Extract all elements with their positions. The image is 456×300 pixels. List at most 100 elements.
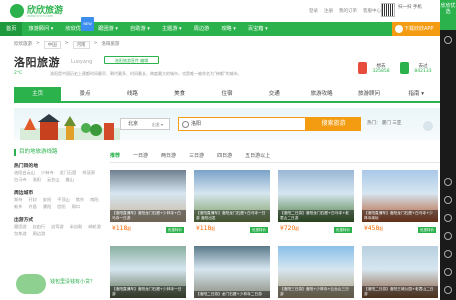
breadcrumb-province[interactable]: 河南 bbox=[72, 41, 90, 49]
promo-banner[interactable]: 钱包里没钱有小贷？ bbox=[14, 270, 107, 300]
list-item[interactable]: 邮轮游 bbox=[88, 223, 101, 230]
nav-item-self-tour[interactable]: 自助游 ▾ bbox=[124, 22, 156, 36]
cart-icon[interactable] bbox=[444, 196, 452, 204]
top-links: 登录 注册 我的订单 客服中心 bbox=[309, 8, 381, 14]
travel-modes: 跟团游 自由行 自驾游 半自助 邮轮游 包车游 周边游 bbox=[14, 223, 107, 237]
tour-caption: 【洛阳直通车】洛阳龙门石窟+少林寺+白马寺一日游 bbox=[110, 210, 186, 222]
list-item[interactable]: 许昌 bbox=[28, 203, 36, 210]
list-item[interactable]: 开封 bbox=[28, 196, 36, 203]
tour-photo: 【洛阳直通车】洛阳龙门石窟+白马寺一日游 洛阳出发 bbox=[194, 170, 270, 222]
edit-city-button[interactable]: 洛阳旅游宣传 编辑 bbox=[104, 56, 159, 64]
chat-icon[interactable] bbox=[444, 36, 452, 44]
nav-item-nearby[interactable]: 周边游 bbox=[188, 22, 216, 36]
been-there-icon[interactable] bbox=[400, 62, 409, 74]
departure-dropdown: 出发 ▾ bbox=[151, 122, 163, 127]
nav-item-home[interactable]: 首页 bbox=[0, 22, 23, 36]
left-panel-title: 目的地旅游线路 bbox=[14, 149, 107, 156]
tab-strategy[interactable]: 旅游攻略 bbox=[298, 87, 345, 101]
download-app-button[interactable]: 下载欣欣APP bbox=[392, 22, 440, 36]
nav-item-toolbox[interactable]: 百宝箱 ▾ bbox=[242, 22, 274, 36]
want-go-icon[interactable] bbox=[358, 62, 367, 74]
tour-card[interactable]: 【洛阳直通车】洛阳龙门石窟+少林寺一日游 bbox=[110, 246, 186, 300]
youxuan-tab[interactable]: 欣欣优选 bbox=[440, 0, 456, 30]
list-item[interactable]: 信阳 bbox=[57, 203, 65, 210]
list-item[interactable]: 自由行 bbox=[33, 223, 46, 230]
tour-card[interactable]: 【洛阳直通车】洛阳龙门石窟+白马寺一日游 洛阳出发 ¥118起 优惠特价 bbox=[194, 170, 270, 241]
search-button[interactable]: 搜索旅游 bbox=[306, 117, 361, 131]
favorite-icon[interactable] bbox=[444, 232, 452, 240]
filter-3day[interactable]: 三日游 bbox=[189, 152, 204, 159]
list-item[interactable]: 白马寺 bbox=[14, 176, 27, 183]
orders-link[interactable]: 我的订单 bbox=[339, 8, 357, 14]
list-item[interactable]: 云台山 bbox=[47, 176, 60, 183]
list-item[interactable]: 自驾游 bbox=[51, 223, 64, 230]
list-item[interactable]: 半自助 bbox=[70, 223, 83, 230]
logo-icon bbox=[10, 4, 24, 18]
mascot-icon bbox=[16, 274, 46, 294]
tour-card[interactable]: 【洛阳三日游】洛阳+少林寺+云台山三日游 bbox=[278, 246, 354, 300]
tour-card[interactable]: 【洛阳二日游】洛阳王城公园+老君山二日游 bbox=[362, 246, 438, 300]
tour-card[interactable]: 【洛阳二日游】龙门石窟+少林寺二日游 bbox=[194, 246, 270, 300]
list-item[interactable]: 南阳 bbox=[90, 196, 98, 203]
qr-icon[interactable] bbox=[444, 250, 452, 258]
list-item[interactable]: 焦作 bbox=[76, 196, 84, 203]
search-input[interactable]: 洛阳 bbox=[178, 117, 306, 131]
list-item[interactable]: 安阳 bbox=[43, 196, 51, 203]
list-item[interactable]: 包车游 bbox=[14, 230, 27, 237]
filter-1day[interactable]: 一日游 bbox=[133, 152, 148, 159]
discount-badge: 优惠特价 bbox=[334, 227, 352, 233]
list-item[interactable]: 濮阳 bbox=[43, 203, 51, 210]
stat-want-go: 想去 325858 bbox=[368, 63, 394, 74]
feedback-icon[interactable] bbox=[444, 268, 452, 276]
list-item[interactable]: 洛阳白云山 bbox=[14, 169, 35, 176]
tab-food[interactable]: 美食 bbox=[156, 87, 203, 101]
list-item[interactable]: 平顶山 bbox=[57, 196, 70, 203]
tour-card[interactable]: 【洛阳直通车】洛阳龙门石窟+白马寺+少林寺纯玩 ¥458起 优惠特价 bbox=[362, 170, 438, 241]
nav-item-guide[interactable]: 攻略 ▾ bbox=[215, 22, 242, 36]
tab-guide[interactable]: 指南 ▾ bbox=[393, 87, 440, 101]
list-item[interactable]: 龙门石窟 bbox=[60, 169, 77, 176]
list-item[interactable]: 郑州 bbox=[14, 196, 22, 203]
nav-item-advisor[interactable]: 旅游顾问 ▾ bbox=[22, 22, 59, 36]
breadcrumb-home[interactable]: 欣欣旅游 bbox=[14, 41, 32, 49]
list-item[interactable]: 洛阳 bbox=[33, 176, 41, 183]
filter-4day[interactable]: 四日游 bbox=[217, 152, 232, 159]
list-item[interactable]: 少林寺 bbox=[41, 169, 54, 176]
departure-city-value: 北京 bbox=[128, 121, 139, 127]
filter-5day-plus[interactable]: 五日游以上 bbox=[245, 152, 270, 159]
list-item[interactable]: 新乡 bbox=[14, 203, 22, 210]
section-heading: 出游方式 bbox=[14, 218, 34, 223]
tour-card[interactable]: 【洛阳二日游】洛阳龙门石窟+白马寺+老君山二日游 ¥720起 优惠特价 bbox=[278, 170, 354, 241]
tour-card[interactable]: 【洛阳直通车】洛阳龙门石窟+少林寺+白马寺一日游 ¥118起 优惠特价 bbox=[110, 170, 186, 241]
login-link[interactable]: 登录 bbox=[309, 8, 318, 14]
tab-hotel[interactable]: 住宿 bbox=[203, 87, 250, 101]
tour-caption: 【洛阳二日游】龙门石窟+少林寺二日游 bbox=[194, 291, 270, 298]
tab-advisor[interactable]: 旅游顾问 bbox=[345, 87, 392, 101]
departure-city-select[interactable]: 北京 出发 ▾ bbox=[120, 118, 170, 130]
hot-searches[interactable]: 热门： 厦门 三亚 bbox=[367, 120, 401, 126]
tab-home[interactable]: 主页 bbox=[14, 87, 62, 101]
list-item[interactable]: 跟团游 bbox=[14, 223, 27, 230]
site-logo[interactable]: 欣欣旅游 www.cncn.com bbox=[10, 3, 70, 19]
nav-item-group-tour[interactable]: 跟团游 ▾ bbox=[92, 22, 124, 36]
nav-item-theme-tour[interactable]: 主题游 ▾ bbox=[156, 22, 188, 36]
list-item[interactable]: 周边游 bbox=[33, 230, 46, 237]
tab-transport[interactable]: 交通 bbox=[251, 87, 298, 101]
site-domain: www.cncn.com bbox=[27, 14, 54, 18]
filter-recommend[interactable]: 推荐 bbox=[110, 152, 120, 159]
coupon-icon[interactable] bbox=[444, 178, 452, 186]
list-item[interactable]: 周口 bbox=[72, 203, 80, 210]
register-link[interactable]: 注册 bbox=[324, 8, 333, 14]
filter-2day[interactable]: 两日游 bbox=[161, 152, 176, 159]
tour-caption: 【洛阳直通车】洛阳龙门石窟+白马寺+少林寺纯玩 bbox=[362, 210, 438, 222]
breadcrumb-country[interactable]: 中国 bbox=[43, 41, 61, 49]
tab-sights[interactable]: 景点 bbox=[61, 87, 108, 101]
history-icon[interactable] bbox=[444, 214, 452, 222]
list-item[interactable]: 嵩山 bbox=[66, 176, 74, 183]
list-item[interactable]: 鸡冠洞 bbox=[82, 169, 95, 176]
nav-item-youxuan[interactable]: 欣欣优选 NEW bbox=[59, 17, 94, 36]
service-link[interactable]: 客服中心 bbox=[363, 8, 381, 14]
price-value: ¥458 bbox=[364, 225, 380, 232]
tab-routes[interactable]: 线路 bbox=[109, 87, 156, 101]
back-to-top-icon[interactable] bbox=[444, 286, 452, 294]
